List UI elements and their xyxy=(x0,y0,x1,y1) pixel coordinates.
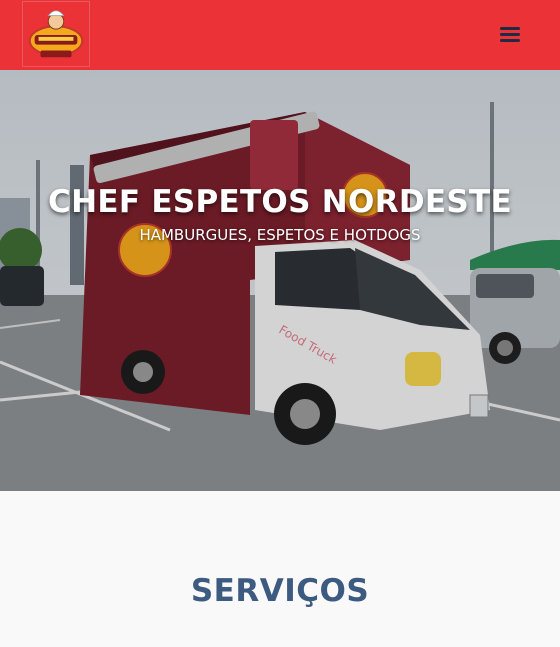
hero-subtitle: HAMBURGUES, ESPETOS E HOTDOGS xyxy=(139,226,421,244)
hamburger-menu-icon xyxy=(500,27,520,42)
food-truck-photo: Food Truck xyxy=(0,70,560,491)
chef-logo-icon xyxy=(28,10,84,58)
services-section: SERVIÇOS xyxy=(0,491,560,647)
site-header xyxy=(0,0,560,70)
hero-title: CHEF ESPETOS NORDESTE xyxy=(48,184,512,220)
hamburger-menu-button[interactable] xyxy=(496,21,526,47)
brand-logo[interactable] xyxy=(22,1,90,67)
hero-banner: Food Truck CHEF ESPETOS NORDESTE HAMBURG… xyxy=(0,70,560,491)
services-title: SERVIÇOS xyxy=(190,573,370,609)
